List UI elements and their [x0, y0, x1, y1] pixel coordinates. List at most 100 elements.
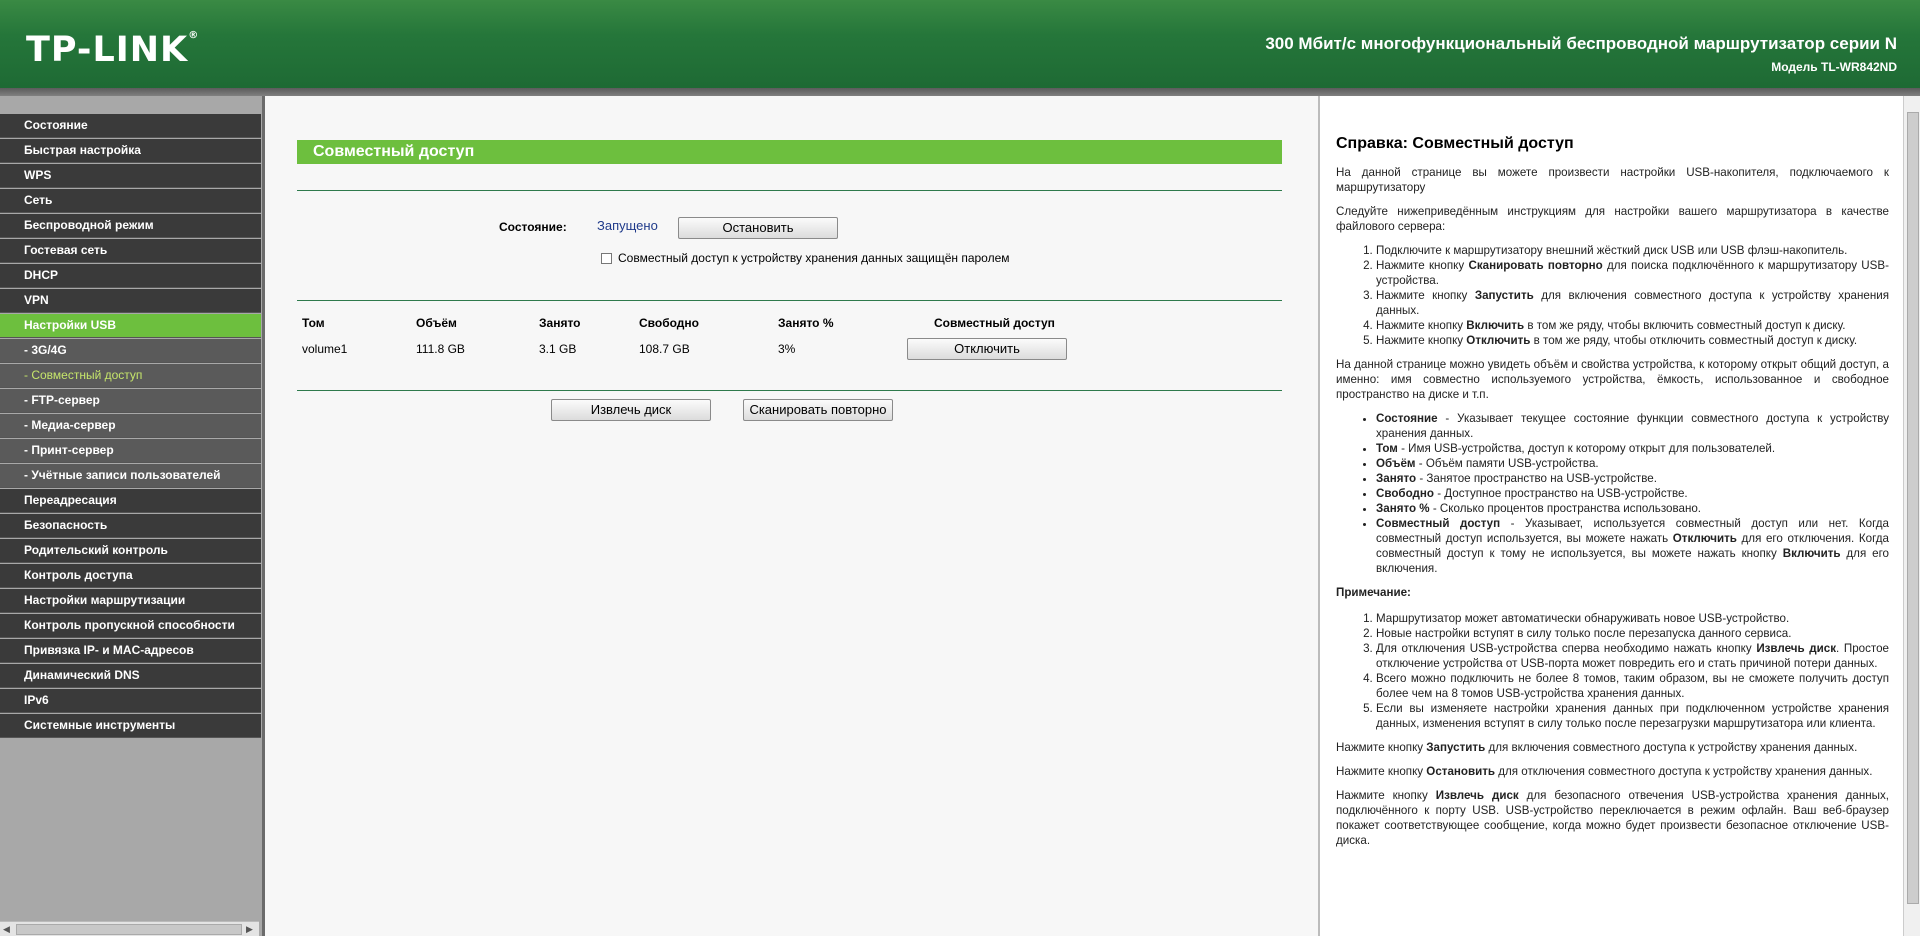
sidebar-item[interactable]: - Учётные записи пользователей — [0, 464, 261, 488]
help-content: Справка: Совместный доступ На данной стр… — [1336, 136, 1889, 857]
help-text: Нажмите кнопку — [1336, 741, 1427, 754]
col-header-free: Свободно — [639, 316, 699, 330]
help-list-item: Нажмите кнопку Отключить в том же ряду, … — [1376, 333, 1889, 348]
help-bold-text: Занято — [1376, 472, 1417, 485]
rescan-button[interactable]: Сканировать повторно — [743, 399, 893, 421]
divider — [297, 300, 1282, 301]
help-text: - Имя USB-устройства, доступ к которому … — [1397, 442, 1776, 455]
sidebar-item[interactable]: Безопасность — [0, 514, 261, 538]
help-list-item: Нажмите кнопку Включить в том же ряду, ч… — [1376, 318, 1889, 333]
cell-capacity: 111.8 GB — [416, 342, 465, 356]
help-bold-text: Сканировать повторно — [1468, 259, 1603, 272]
help-notes-list: Маршрутизатор может автоматически обнару… — [1336, 611, 1889, 731]
help-list-item: Том - Имя USB-устройства, доступ к котор… — [1376, 441, 1889, 456]
scrollbar-thumb[interactable] — [1907, 112, 1919, 904]
help-steps-list: Подключите к маршрутизатору внешний жёст… — [1336, 243, 1889, 348]
scrollbar-thumb[interactable] — [16, 924, 242, 935]
help-text: Нажмите кнопку — [1336, 765, 1427, 778]
help-text: - Указывает текущее состояние функции со… — [1376, 412, 1889, 440]
model-name: Модель TL-WR842ND — [1771, 60, 1897, 74]
help-list-item: Совместный доступ - Указывает, используе… — [1376, 516, 1889, 576]
sidebar-item[interactable]: Быстрая настройка — [0, 139, 261, 163]
sidebar-item[interactable]: Контроль пропускной способности — [0, 614, 261, 638]
help-list-item: Свободно - Доступное пространство на USB… — [1376, 486, 1889, 501]
sidebar-item[interactable]: Переадресация — [0, 489, 261, 513]
scroll-left-icon[interactable]: ◀ — [3, 922, 10, 936]
help-list-item: Объём - Объём памяти USB-устройства. — [1376, 456, 1889, 471]
help-bold-text: Запустить — [1426, 741, 1486, 754]
cell-free: 108.7 GB — [639, 342, 690, 356]
section-title: Совместный доступ — [297, 140, 1282, 164]
col-header-used-percent: Занято % — [778, 316, 834, 330]
sidebar-item[interactable]: Родительский контроль — [0, 539, 261, 563]
sidebar-item[interactable]: WPS — [0, 164, 261, 188]
sidebar-item[interactable]: Контроль доступа — [0, 564, 261, 588]
help-panel: Справка: Совместный доступ На данной стр… — [1320, 96, 1903, 936]
sidebar-menu: Состояние Быстрая настройка WPS Сеть Беспров… — [0, 114, 261, 739]
password-protect-checkbox[interactable] — [601, 253, 612, 264]
sidebar-item[interactable]: - Принт-сервер — [0, 439, 261, 463]
help-text: Нажмите кнопку — [1376, 289, 1475, 302]
sidebar-item[interactable]: IPv6 — [0, 689, 261, 713]
help-props-intro: На данной странице можно увидеть объём и… — [1336, 358, 1889, 401]
help-list-item: Состояние - Указывает текущее состояние … — [1376, 411, 1889, 441]
sidebar: Состояние Быстрая настройка WPS Сеть Беспров… — [0, 96, 265, 936]
scroll-right-icon[interactable]: ▶ — [246, 922, 253, 936]
help-text: Если вы изменяете настройки хранения дан… — [1376, 702, 1889, 730]
col-header-used: Занято — [539, 316, 581, 330]
help-text: Нажмите кнопку — [1336, 789, 1436, 802]
sidebar-item[interactable]: Привязка IP- и MAC-адресов — [0, 639, 261, 663]
sidebar-item[interactable]: DHCP — [0, 264, 261, 288]
help-text: Для отключения USB-устройства сперва нео… — [1376, 642, 1757, 655]
sidebar-item[interactable]: Динамический DNS — [0, 664, 261, 688]
sidebar-item[interactable]: Сеть — [0, 189, 261, 213]
eject-disk-button[interactable]: Извлечь диск — [551, 399, 711, 421]
help-text: - Сколько процентов пространства использ… — [1429, 502, 1702, 515]
help-text: для включения совместного доступа к устр… — [1485, 741, 1858, 754]
help-paragraph: Нажмите кнопку Запустить для включения с… — [1336, 740, 1889, 755]
cell-used-percent: 3% — [778, 342, 796, 356]
help-list-item: Подключите к маршрутизатору внешний жёст… — [1376, 243, 1889, 258]
help-steps-intro: Следуйте нижеприведённым инструкциям для… — [1336, 205, 1889, 233]
help-bold-text: Состояние — [1376, 412, 1438, 425]
help-list-item: Нажмите кнопку Сканировать повторно для … — [1376, 258, 1889, 288]
help-intro: На данной странице вы можете произвести … — [1336, 166, 1889, 194]
stop-button[interactable]: Остановить — [678, 217, 838, 239]
sidebar-horizontal-scrollbar[interactable]: ◀ ▶ — [0, 921, 259, 936]
help-bold-text: Совместный доступ — [1376, 517, 1501, 530]
help-bold-text: Свободно — [1376, 487, 1434, 500]
help-text: Всего можно подключить не более 8 томов,… — [1376, 672, 1889, 700]
help-bold-text: Отключить — [1672, 532, 1737, 545]
help-bold-text: Включить — [1466, 319, 1525, 332]
sidebar-item[interactable]: - 3G/4G — [0, 339, 261, 363]
sidebar-item[interactable]: - Медиа-сервер — [0, 414, 261, 438]
help-text: в том же ряду, чтобы включить совместный… — [1524, 319, 1846, 332]
col-header-capacity: Объём — [416, 316, 457, 330]
sidebar-item[interactable]: VPN — [0, 289, 261, 313]
cell-volume: volume1 — [302, 342, 348, 356]
help-text: в том же ряду, чтобы отключить совместны… — [1530, 334, 1858, 347]
disable-sharing-button[interactable]: Отключить — [907, 338, 1067, 360]
help-bold-text: Извлечь диск — [1435, 789, 1519, 802]
sidebar-item[interactable]: Состояние — [0, 114, 261, 138]
tp-link-logo: TP-LINK® — [26, 30, 200, 70]
help-text: для отключения совместного доступа к уст… — [1495, 765, 1873, 778]
help-paragraph: Нажмите кнопку Извлечь диск для безопасн… — [1336, 788, 1889, 848]
help-bold-text: Занято % — [1376, 502, 1430, 515]
help-list-item: Для отключения USB-устройства сперва нео… — [1376, 641, 1889, 671]
help-text: Новые настройки вступят в силу только по… — [1376, 627, 1792, 640]
sidebar-item[interactable]: Гостевая сеть — [0, 239, 261, 263]
status-value: Запущено — [597, 218, 658, 233]
sidebar-item[interactable]: Настройки маршрутизации — [0, 589, 261, 613]
sidebar-item[interactable]: - FTP-сервер — [0, 389, 261, 413]
sidebar-item[interactable]: - Совместный доступ — [0, 364, 261, 388]
help-vertical-scrollbar[interactable] — [1903, 96, 1920, 936]
sidebar-item[interactable]: Системные инструменты — [0, 714, 261, 738]
cell-used: 3.1 GB — [539, 342, 577, 356]
divider — [297, 190, 1282, 191]
help-outro: Нажмите кнопку Запустить для включения с… — [1336, 740, 1889, 848]
sidebar-item[interactable]: Настройки USB — [0, 314, 261, 338]
col-header-sharing: Совместный доступ — [934, 316, 1055, 330]
password-protect-label: Совместный доступ к устройству хранения … — [618, 251, 1010, 265]
sidebar-item[interactable]: Беспроводной режим — [0, 214, 261, 238]
